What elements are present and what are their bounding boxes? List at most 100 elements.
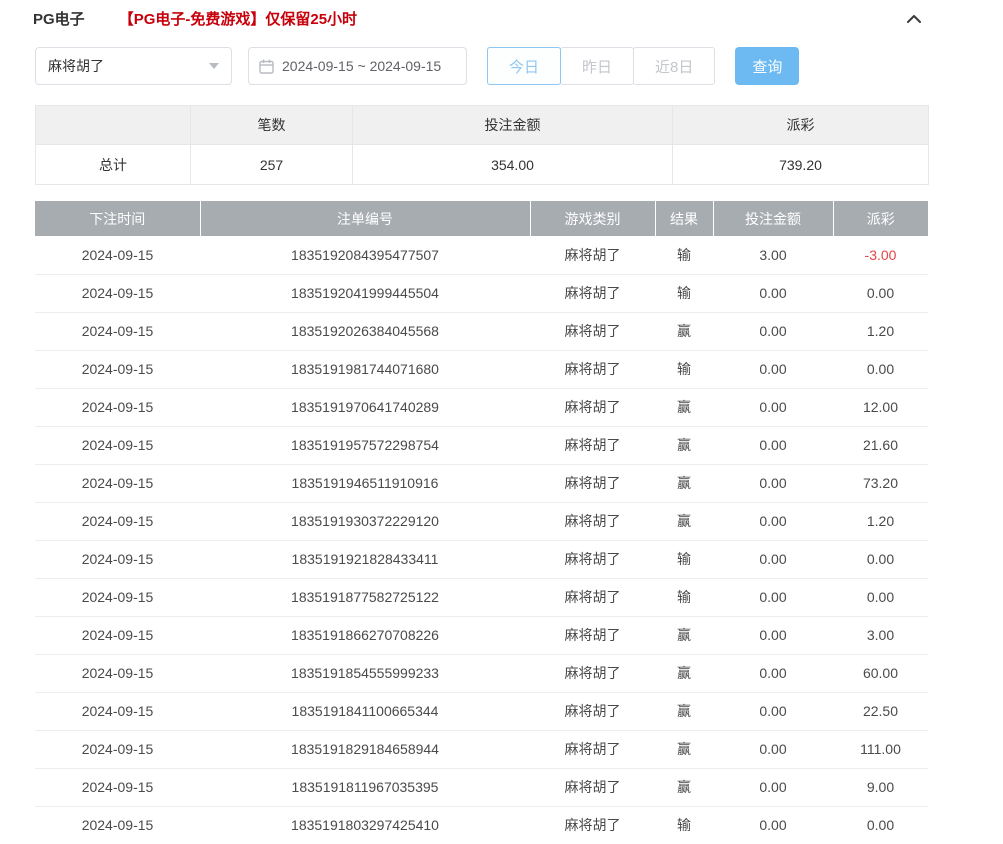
order-id-cell: 1835191930372229120	[200, 502, 530, 540]
order-id-cell: 1835191841100665344	[200, 692, 530, 730]
bet-amount-cell: 0.00	[713, 312, 833, 350]
result-cell: 输	[655, 350, 713, 388]
order-id-cell: 1835191803297425410	[200, 806, 530, 844]
result-cell: 赢	[655, 654, 713, 692]
result-cell: 赢	[655, 502, 713, 540]
bet-date-cell: 2024-09-15	[35, 540, 200, 578]
header-payout: 派彩	[833, 201, 928, 236]
payout-cell: 0.00	[833, 274, 928, 312]
game-type-cell: 麻将胡了	[530, 502, 655, 540]
payout-cell: 22.50	[833, 692, 928, 730]
game-type-cell: 麻将胡了	[530, 768, 655, 806]
table-row: 2024-09-151835191957572298754麻将胡了赢0.0021…	[35, 426, 928, 464]
result-cell: 赢	[655, 312, 713, 350]
bet-date-cell: 2024-09-15	[35, 236, 200, 274]
order-id-cell: 1835191829184658944	[200, 730, 530, 768]
bet-table-header-row: 下注时间 注单编号 游戏类别 结果 投注金额 派彩	[35, 201, 928, 236]
quick-button-last8days[interactable]: 近8日	[633, 47, 715, 85]
game-type-cell: 麻将胡了	[530, 654, 655, 692]
header-result: 结果	[655, 201, 713, 236]
result-cell: 输	[655, 274, 713, 312]
header-bet-date: 下注时间	[35, 201, 200, 236]
table-row: 2024-09-151835192084395477507麻将胡了输3.00-3…	[35, 236, 928, 274]
table-row: 2024-09-151835191930372229120麻将胡了赢0.001.…	[35, 502, 928, 540]
game-select-value: 麻将胡了	[48, 56, 104, 76]
summary-header-payout: 派彩	[673, 106, 929, 145]
summary-total-payout: 739.20	[673, 145, 929, 185]
order-id-cell: 1835191866270708226	[200, 616, 530, 654]
collapse-panel-button[interactable]	[905, 11, 923, 27]
order-id-cell: 1835191854555999233	[200, 654, 530, 692]
payout-cell: 111.00	[833, 730, 928, 768]
bet-amount-cell: 0.00	[713, 350, 833, 388]
calendar-icon	[259, 59, 274, 74]
header-game-type: 游戏类别	[530, 201, 655, 236]
order-id-cell: 1835192026384045568	[200, 312, 530, 350]
payout-cell: 1.20	[833, 312, 928, 350]
bet-amount-cell: 0.00	[713, 654, 833, 692]
bet-amount-cell: 0.00	[713, 578, 833, 616]
bet-amount-cell: 0.00	[713, 692, 833, 730]
date-range-value: 2024-09-15 ~ 2024-09-15	[282, 58, 441, 74]
payout-cell: 0.00	[833, 578, 928, 616]
bet-amount-cell: 0.00	[713, 806, 833, 844]
bet-date-cell: 2024-09-15	[35, 692, 200, 730]
bet-date-cell: 2024-09-15	[35, 350, 200, 388]
summary-header-bet-amount: 投注金额	[353, 106, 673, 145]
result-cell: 赢	[655, 730, 713, 768]
table-row: 2024-09-151835191841100665344麻将胡了赢0.0022…	[35, 692, 928, 730]
game-type-cell: 麻将胡了	[530, 616, 655, 654]
panel-notice: 【PG电子-免费游戏】仅保留25小时	[119, 8, 357, 29]
summary-table: 笔数 投注金额 派彩 总计 257 354.00 739.20	[35, 105, 929, 185]
table-row: 2024-09-151835192041999445504麻将胡了输0.000.…	[35, 274, 928, 312]
result-cell: 赢	[655, 464, 713, 502]
table-row: 2024-09-151835191981744071680麻将胡了输0.000.…	[35, 350, 928, 388]
table-row: 2024-09-151835191811967035395麻将胡了赢0.009.…	[35, 768, 928, 806]
payout-cell: 1.20	[833, 502, 928, 540]
game-type-cell: 麻将胡了	[530, 540, 655, 578]
summary-total-bet-amount: 354.00	[353, 145, 673, 185]
payout-cell: 3.00	[833, 616, 928, 654]
order-id-cell: 1835191811967035395	[200, 768, 530, 806]
bet-date-cell: 2024-09-15	[35, 730, 200, 768]
game-type-cell: 麻将胡了	[530, 426, 655, 464]
table-row: 2024-09-151835191970641740289麻将胡了赢0.0012…	[35, 388, 928, 426]
summary-total-label: 总计	[36, 145, 191, 185]
summary-header-empty	[36, 106, 191, 145]
table-row: 2024-09-151835192026384045568麻将胡了赢0.001.…	[35, 312, 928, 350]
order-id-cell: 1835191877582725122	[200, 578, 530, 616]
filter-bar: 麻将胡了 2024-09-15 ~ 2024-09-15 今日 昨日 近8日 查…	[35, 47, 1003, 85]
search-button[interactable]: 查询	[735, 47, 799, 85]
game-type-cell: 麻将胡了	[530, 350, 655, 388]
order-id-cell: 1835191970641740289	[200, 388, 530, 426]
bet-table-body: 2024-09-151835192084395477507麻将胡了输3.00-3…	[35, 236, 928, 844]
bet-amount-cell: 0.00	[713, 464, 833, 502]
header-bet-amount: 投注金额	[713, 201, 833, 236]
date-range-input[interactable]: 2024-09-15 ~ 2024-09-15	[248, 47, 467, 85]
result-cell: 赢	[655, 388, 713, 426]
order-id-cell: 1835191957572298754	[200, 426, 530, 464]
bet-date-cell: 2024-09-15	[35, 806, 200, 844]
bet-amount-cell: 0.00	[713, 274, 833, 312]
bet-amount-cell: 0.00	[713, 388, 833, 426]
bet-date-cell: 2024-09-15	[35, 426, 200, 464]
game-select[interactable]: 麻将胡了	[35, 47, 232, 85]
game-type-cell: 麻将胡了	[530, 312, 655, 350]
result-cell: 赢	[655, 768, 713, 806]
panel-title: PG电子	[33, 8, 85, 29]
result-cell: 赢	[655, 616, 713, 654]
table-row: 2024-09-151835191866270708226麻将胡了赢0.003.…	[35, 616, 928, 654]
table-row: 2024-09-151835191803297425410麻将胡了输0.000.…	[35, 806, 928, 844]
quick-button-yesterday[interactable]: 昨日	[560, 47, 634, 85]
result-cell: 赢	[655, 426, 713, 464]
bet-amount-cell: 0.00	[713, 426, 833, 464]
order-id-cell: 1835191981744071680	[200, 350, 530, 388]
payout-cell: 60.00	[833, 654, 928, 692]
payout-cell: 73.20	[833, 464, 928, 502]
game-type-cell: 麻将胡了	[530, 692, 655, 730]
summary-total-count: 257	[191, 145, 353, 185]
chevron-up-icon	[905, 11, 923, 27]
bet-date-cell: 2024-09-15	[35, 312, 200, 350]
quick-button-today[interactable]: 今日	[487, 47, 561, 85]
table-row: 2024-09-151835191946511910916麻将胡了赢0.0073…	[35, 464, 928, 502]
